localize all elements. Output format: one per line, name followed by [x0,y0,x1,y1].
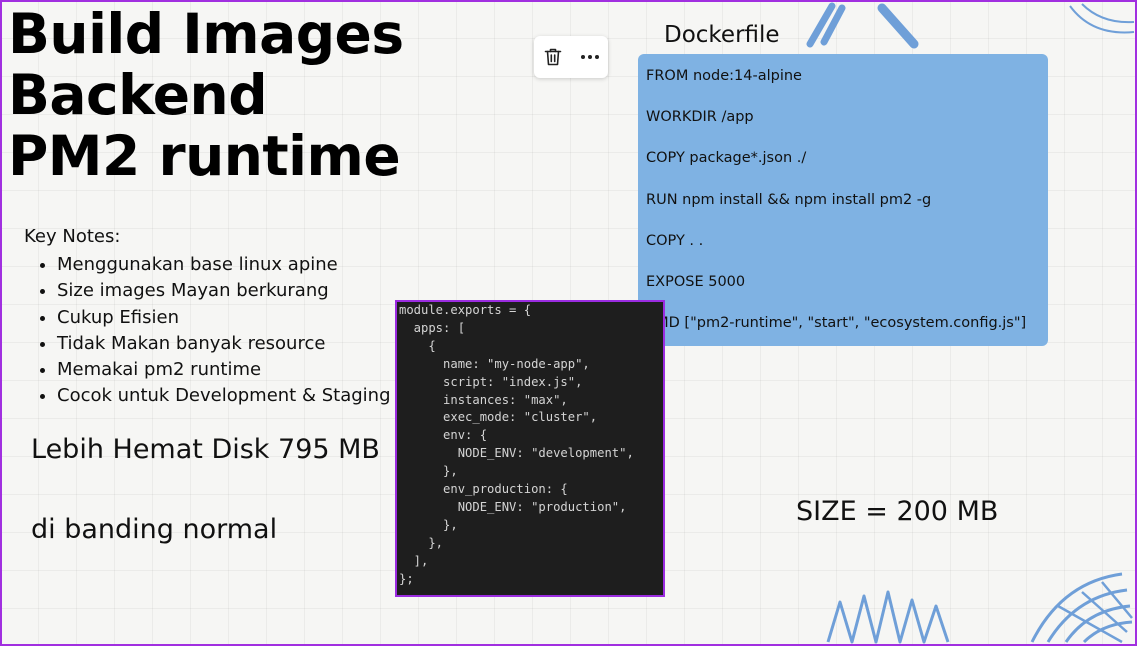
code-block: module.exports = { apps: [ { name: "my-n… [399,303,634,586]
dockerfile-line: COPY . . [646,233,704,249]
dockerfile-line: EXPOSE 5000 [646,274,746,290]
dockerfile-line: FROM node:14-alpine [646,68,802,84]
title-line: Build Images [8,2,404,66]
dockerfile-line: RUN npm install && npm install pm2 -g [646,192,932,208]
more-horizontal-icon [580,55,599,59]
key-notes-heading: Key Notes: [24,226,121,247]
image-size-text: SIZE = 200 MB [796,496,999,527]
more-options-button[interactable] [576,43,604,71]
key-notes-list: Menggunakan base linux apine Size images… [34,252,391,410]
ecosystem-code-image[interactable]: module.exports = { apps: [ { name: "my-n… [395,300,665,597]
list-item: Cukup Efisien [57,305,391,331]
slide-canvas: Build Images Backend PM2 runtime Key Not… [0,0,1137,646]
list-item: Size images Mayan berkurang [57,278,391,304]
decorative-doodle-top [806,2,919,49]
disk-savings-text: Lebih Hemat Disk 795 MB [31,434,380,465]
decorative-doodle-bottom [826,572,1133,644]
comparison-text: di banding normal [31,514,278,545]
decorative-arcs-top-right [1069,3,1135,34]
title-line: PM2 runtime [8,124,401,188]
delete-button[interactable] [539,43,567,71]
slide-title: Build Images Backend PM2 runtime [8,4,404,187]
trash-icon [544,48,561,66]
dockerfile-line: WORKDIR /app [646,109,754,125]
dockerfile-box[interactable]: FROM node:14-alpine WORKDIR /app COPY pa… [638,54,1048,346]
title-line: Backend [8,63,268,127]
dockerfile-line: COPY package*.json ./ [646,150,807,166]
list-item: Cocok untuk Development & Staging [57,383,391,409]
element-toolbar [534,36,608,78]
list-item: Menggunakan base linux apine [57,252,391,278]
dockerfile-title: Dockerfile [664,22,780,48]
list-item: Memakai pm2 runtime [57,357,391,383]
list-item: Tidak Makan banyak resource [57,331,391,357]
dockerfile-line: CMD ["pm2-runtime", "start", "ecosystem.… [646,315,1027,331]
